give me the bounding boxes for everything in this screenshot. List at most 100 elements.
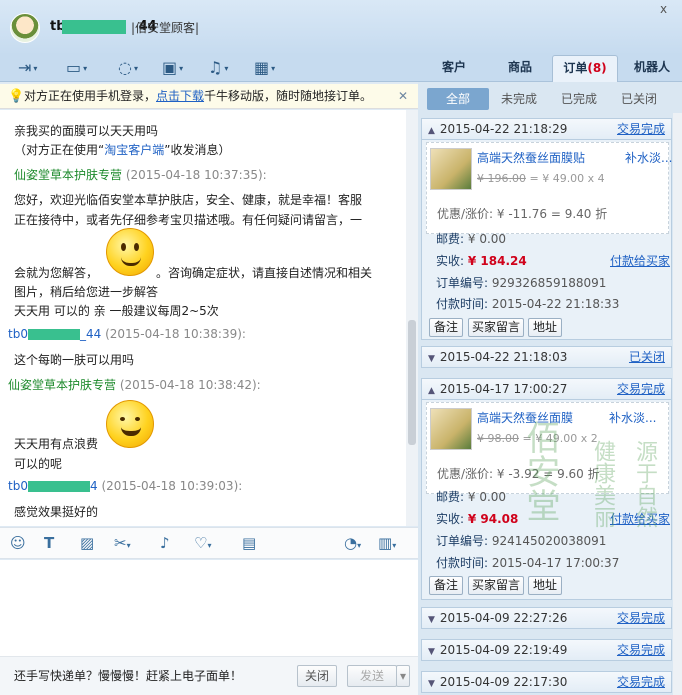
contact-store: |佰安堂顾客| xyxy=(131,21,200,35)
message-text: 可以的呢 xyxy=(14,457,63,471)
product-price: ¥ 196.00 = ¥ 49.00 x 4 xyxy=(477,172,605,185)
font-icon[interactable]: T xyxy=(44,534,54,552)
chat-history: 亲我买的面膜可以天天用吗 （对方正在使用“淘宝客户端”收发消息） 仙姿堂草本护肤… xyxy=(0,110,406,526)
scissors-icon[interactable]: ✂▾ xyxy=(114,534,131,552)
laugh-emoji-icon xyxy=(106,400,154,448)
address-button[interactable]: 地址 xyxy=(528,318,562,337)
chat-bubble-icon[interactable]: ◌ ▾ xyxy=(118,58,152,78)
chevron-up-icon: ▲ xyxy=(428,126,435,136)
product-card: 高端天然蚕丝面膜贴 补水淡... ¥ 196.00 = ¥ 49.00 x 4 优… xyxy=(426,142,672,234)
remark-button[interactable]: 备注 xyxy=(429,318,463,337)
order-scrollbar[interactable] xyxy=(673,113,682,695)
order-status-link[interactable]: 交易完成 xyxy=(617,640,665,660)
avatar[interactable] xyxy=(10,13,40,43)
chat-scroll-thumb[interactable] xyxy=(408,320,416,445)
close-button[interactable]: 关闭 xyxy=(297,665,337,687)
chat-scrollbar[interactable] xyxy=(406,110,418,526)
order-header[interactable]: ▼ 2015-04-22 21:18:03 已关闭 xyxy=(421,346,672,368)
buyer-message-button[interactable]: 买家留言 xyxy=(468,318,524,337)
close-icon[interactable]: x xyxy=(660,2,667,16)
notice-close-icon[interactable]: ✕ xyxy=(398,84,408,109)
product-discount: 优惠/涨价: ¥ -3.92 = 9.60 折 xyxy=(437,467,600,481)
order-status-link[interactable]: 交易完成 xyxy=(617,379,665,399)
calendar-add-icon[interactable]: ▦ ▾ xyxy=(254,58,288,78)
postage-row: 邮费: ¥ 0.00 xyxy=(436,232,507,246)
message-text: 感觉效果挺好的 xyxy=(14,505,99,519)
message-header: tb0 _44 (2015-04-18 10:38:39): xyxy=(8,327,246,341)
filter-finished[interactable]: 已完成 xyxy=(553,88,605,110)
video-icon[interactable]: ▭ ▾ xyxy=(66,58,100,78)
product-name[interactable]: 高端天然蚕丝面膜贴 补水淡... xyxy=(477,149,672,166)
order-details: 高端天然蚕丝面膜贴 补水淡... ¥ 196.00 = ¥ 49.00 x 4 优… xyxy=(421,140,672,340)
notice-bar: 💡 对方正在使用手机登录，点击下载千牛移动版，随时随地接订单。 ✕ xyxy=(0,84,418,109)
redacted-mask xyxy=(62,20,126,34)
shake-icon[interactable]: ♪ xyxy=(160,534,170,552)
order-status-link[interactable]: 已关闭 xyxy=(629,347,665,367)
message-text: 图片，稍后给您进一步解答 xyxy=(14,285,159,299)
order-header[interactable]: ▼ 2015-04-09 22:17:30 交易完成 xyxy=(421,671,672,693)
message-text: 正在接待中，或者先仔细参考宝贝描述哦。有任何疑问请留言，一 xyxy=(14,213,363,227)
message-text: 这个每啲一肤可以用吗 xyxy=(14,353,135,367)
heart-icon[interactable]: ♡▾ xyxy=(194,534,211,552)
chevron-down-icon: ▼ xyxy=(428,647,435,657)
quick-reply-icon[interactable]: ◔▾ xyxy=(344,534,361,552)
promo-tip: 还手写快递单？慢慢慢！赶紧上电子面单！ xyxy=(14,669,243,683)
order-number-row: 订单编号: 929326859188091 xyxy=(436,276,607,290)
product-thumbnail[interactable] xyxy=(430,148,472,190)
emoji-icon[interactable]: ☺ xyxy=(10,534,26,552)
filter-all[interactable]: 全部 xyxy=(427,88,489,110)
buyer-message-button[interactable]: 买家留言 xyxy=(468,576,524,595)
message-header: 仙姿堂草本护肤专营 (2015-04-18 10:37:35): xyxy=(14,168,267,182)
screen-share-icon[interactable]: ▣ ▾ xyxy=(162,58,196,78)
order-status-link[interactable]: 交易完成 xyxy=(617,119,665,139)
message-text: 您好，欢迎光临佰安堂本草护肤店，安全、健康，就是幸福！客服 xyxy=(14,193,363,207)
chat-toolbar: ⇥ ▾ ▭ ▾ ◌ ▾ ▣ ▾ ♫ ▾ ▦ ▾ xyxy=(0,55,418,82)
tab-goods[interactable]: 商品 xyxy=(500,55,540,82)
order-header[interactable]: ▼ 2015-04-09 22:27:26 交易完成 xyxy=(421,607,672,629)
order-number-row: 订单编号: 924145020038091 xyxy=(436,534,607,548)
filter-closed[interactable]: 已关闭 xyxy=(613,88,665,110)
product-name[interactable]: 高端天然蚕丝面膜 补水淡... xyxy=(477,409,656,426)
send-button[interactable]: 发送 xyxy=(347,665,397,687)
product-discount: 优惠/涨价: ¥ -11.76 = 9.40 折 xyxy=(437,207,608,221)
chevron-down-icon: ▼ xyxy=(428,354,435,364)
message-input[interactable] xyxy=(0,560,418,656)
order-header[interactable]: ▲ 2015-04-17 17:00:27 交易完成 xyxy=(421,378,672,400)
watermark-logo: 佰安堂 xyxy=(520,420,560,522)
message-text: 天天用有点浪费 xyxy=(14,437,99,451)
tab-robot[interactable]: 机器人 xyxy=(626,55,678,82)
right-tabs: 客户 商品 订单(8) 机器人 xyxy=(418,55,682,82)
lightbulb-icon: 💡 xyxy=(8,89,25,104)
input-toolbar: ☺ T ▨ ✂▾ ♪ ♡▾ ▤ ◔▾ ▥▾ xyxy=(0,527,418,559)
order-header[interactable]: ▼ 2015-04-09 22:19:49 交易完成 xyxy=(421,639,672,661)
message-header: 仙姿堂草本护肤专营 (2015-04-18 10:38:42): xyxy=(8,378,261,392)
message-header: tb0 4 (2015-04-18 10:39:03): xyxy=(8,479,243,493)
pay-time-row: 付款时间: 2015-04-17 17:00:37 xyxy=(436,556,620,570)
tab-order[interactable]: 订单(8) xyxy=(552,55,618,82)
paid-row: 实收: ¥ 94.08 xyxy=(436,512,519,526)
message-text: 。咨询确定症状，请直接自述情况和相关 xyxy=(156,266,373,280)
message-text: 亲我买的面膜可以天天用吗 xyxy=(14,124,159,138)
message-text: 天天用 可以的 亲 一般建议每周2~5次 xyxy=(14,304,219,318)
pay-buyer-link[interactable]: 付款给买家 xyxy=(610,252,670,269)
history-icon[interactable]: ▥▾ xyxy=(378,534,396,552)
send-options-button[interactable]: ▾ xyxy=(396,665,410,687)
postage-row: 邮费: ¥ 0.00 xyxy=(436,490,507,504)
share-icon[interactable]: ⇥ ▾ xyxy=(18,58,52,78)
tab-customer[interactable]: 客户 xyxy=(434,55,474,82)
watermark-slogan: 健康美丽 xyxy=(590,440,615,528)
remark-button[interactable]: 备注 xyxy=(429,576,463,595)
order-status-link[interactable]: 交易完成 xyxy=(617,608,665,628)
bell-icon[interactable]: ♫ ▾ xyxy=(208,58,242,78)
smiley-emoji-icon xyxy=(106,228,154,276)
order-status-link[interactable]: 交易完成 xyxy=(617,672,665,692)
message-text: 会就为您解答， xyxy=(14,266,99,280)
bottom-bar: 还手写快递单？慢慢慢！赶紧上电子面单！ 关闭 发送 ▾ xyxy=(0,656,418,695)
image-icon[interactable]: ▨ xyxy=(80,534,94,552)
keyboard-icon[interactable]: ▤ xyxy=(242,534,256,552)
download-link[interactable]: 点击下载 xyxy=(156,89,204,103)
filter-unfinished[interactable]: 未完成 xyxy=(493,88,545,110)
address-button[interactable]: 地址 xyxy=(528,576,562,595)
order-header[interactable]: ▲ 2015-04-22 21:18:29 交易完成 xyxy=(421,118,672,140)
product-thumbnail[interactable] xyxy=(430,408,472,450)
